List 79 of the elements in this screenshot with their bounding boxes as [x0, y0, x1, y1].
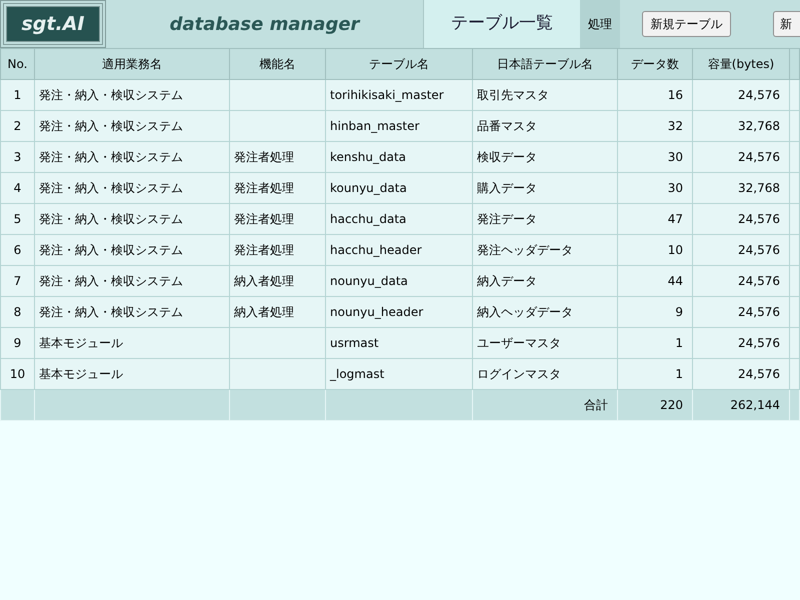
table-cell: 納入データ: [477, 274, 537, 288]
table-cell: 品番マスタ: [477, 119, 537, 133]
table-cell: 発注・納入・検収システム: [39, 212, 183, 226]
page-title: テーブル一覧: [423, 0, 580, 48]
table-cell: 24,576: [738, 150, 780, 164]
total-label: 合計: [584, 398, 608, 412]
total-count: 220: [660, 398, 683, 412]
app-title: database manager: [170, 12, 360, 36]
table-cell: 発注ヘッダデータ: [477, 243, 573, 257]
table-cell: 24,576: [738, 305, 780, 319]
column-header: 日本語テーブル名: [472, 48, 618, 80]
table-cell: 納入者処理: [234, 274, 294, 288]
toolbar-button[interactable]: 新規テーブル: [642, 11, 731, 37]
table-cell: _logmast: [330, 367, 384, 381]
table-cell: 5: [14, 212, 22, 226]
table-cell: 発注・納入・検収システム: [39, 243, 183, 257]
table-cell: 24,576: [738, 243, 780, 257]
table-cell: 24,576: [738, 212, 780, 226]
column-header: 適用業務名: [34, 48, 230, 80]
table-cell: kounyu_data: [330, 181, 407, 195]
table-cell: 24,576: [738, 336, 780, 350]
table-cell: 発注者処理: [234, 212, 294, 226]
table-cell: 9: [675, 305, 683, 319]
table-cell: 発注データ: [477, 212, 537, 226]
column-header: No.: [0, 48, 34, 80]
table-cell: 2: [14, 119, 22, 133]
table-cell: 10: [668, 243, 683, 257]
table-cell: 24,576: [738, 88, 780, 102]
table-cell: 10: [10, 367, 26, 381]
table-cell: 1: [675, 367, 683, 381]
table-cell: 発注・納入・検収システム: [39, 181, 183, 195]
table-cell: 1: [675, 336, 683, 350]
table-cell: 発注・納入・検収システム: [39, 150, 183, 164]
table-cell: usrmast: [330, 336, 379, 350]
table-cell: kenshu_data: [330, 150, 406, 164]
table-cell: 納入者処理: [234, 305, 294, 319]
table-cell: 32,768: [738, 181, 780, 195]
table-cell: 24,576: [738, 274, 780, 288]
table-cell: ログインマスタ: [477, 367, 561, 381]
table-cell: 16: [668, 88, 683, 102]
table-cell: 32: [668, 119, 683, 133]
table-cell: 発注・納入・検収システム: [39, 88, 183, 102]
table-cell: 検収データ: [477, 150, 537, 164]
table-cell: 4: [14, 181, 22, 195]
total-size: 262,144: [730, 398, 780, 412]
table-cell: 1: [14, 88, 22, 102]
table-cell: hacchu_header: [330, 243, 422, 257]
toolbar-button[interactable]: 新: [773, 11, 800, 37]
table-cell: 6: [14, 243, 22, 257]
table-cell: hinban_master: [330, 119, 420, 133]
column-header: テーブル名: [326, 48, 472, 80]
table-cell: 納入ヘッダデータ: [477, 305, 573, 319]
table-cell: 発注・納入・検収システム: [39, 119, 183, 133]
table-cell: 7: [14, 274, 22, 288]
table-cell: 発注者処理: [234, 243, 294, 257]
table-cell: 購入データ: [477, 181, 537, 195]
table-cell: 発注者処理: [234, 150, 294, 164]
table-cell: 30: [668, 181, 683, 195]
table-cell: 発注者処理: [234, 181, 294, 195]
table-cell: hacchu_data: [330, 212, 406, 226]
table-cell: 3: [14, 150, 22, 164]
table-cell: 基本モジュール: [39, 336, 123, 350]
table-cell: 発注・納入・検収システム: [39, 274, 183, 288]
table-cell: 24,576: [738, 367, 780, 381]
section-label: 処理: [580, 0, 620, 48]
table-cell: torihikisaki_master: [330, 88, 444, 102]
logo: sgt.AI: [6, 6, 100, 42]
table-cell: ユーザーマスタ: [477, 336, 561, 350]
table-cell: 基本モジュール: [39, 367, 123, 381]
table-cell: 発注・納入・検収システム: [39, 305, 183, 319]
table-cell: 9: [14, 336, 22, 350]
table-cell: nounyu_data: [330, 274, 408, 288]
table-cell: 8: [14, 305, 22, 319]
table-cell: 取引先マスタ: [477, 88, 549, 102]
table-cell: 30: [668, 150, 683, 164]
table-cell: 44: [668, 274, 683, 288]
table-cell: 32,768: [738, 119, 780, 133]
table-cell: 47: [668, 212, 683, 226]
table-cell: nounyu_header: [330, 305, 424, 319]
